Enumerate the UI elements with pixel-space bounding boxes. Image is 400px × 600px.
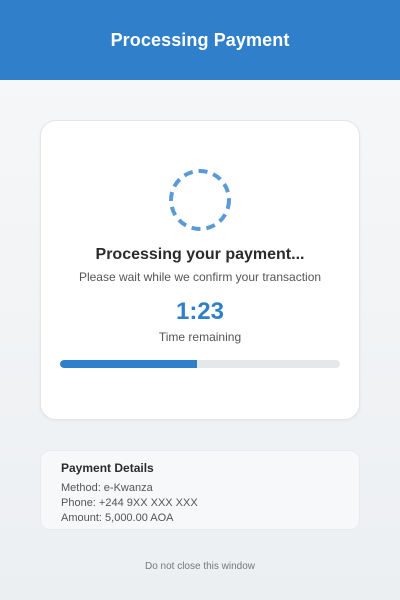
loading-spinner-icon	[169, 169, 231, 231]
processing-card: Processing your payment... Please wait w…	[40, 120, 360, 420]
countdown-timer: 1:23	[175, 298, 225, 325]
header-bar: Processing Payment	[0, 0, 400, 80]
payment-method: Method: e-Kwanza	[61, 482, 153, 494]
payment-details-panel: Payment Details Method: e-Kwanza Phone: …	[40, 450, 360, 530]
payment-details-title: Payment Details	[61, 461, 154, 475]
timer-label: Time remaining	[158, 330, 242, 344]
progress-bar	[60, 360, 340, 368]
progress-bar-fill	[60, 360, 198, 368]
payment-phone: Phone: +244 9XX XXX XXX	[61, 497, 198, 509]
status-subtitle: Please wait while we confirm your transa…	[78, 270, 322, 284]
payment-amount: Amount: 5,000.00 AOA	[61, 512, 174, 524]
warning-note: Do not close this window	[144, 561, 256, 572]
status-heading: Processing your payment...	[95, 246, 305, 263]
page-title: Processing Payment	[110, 29, 290, 50]
